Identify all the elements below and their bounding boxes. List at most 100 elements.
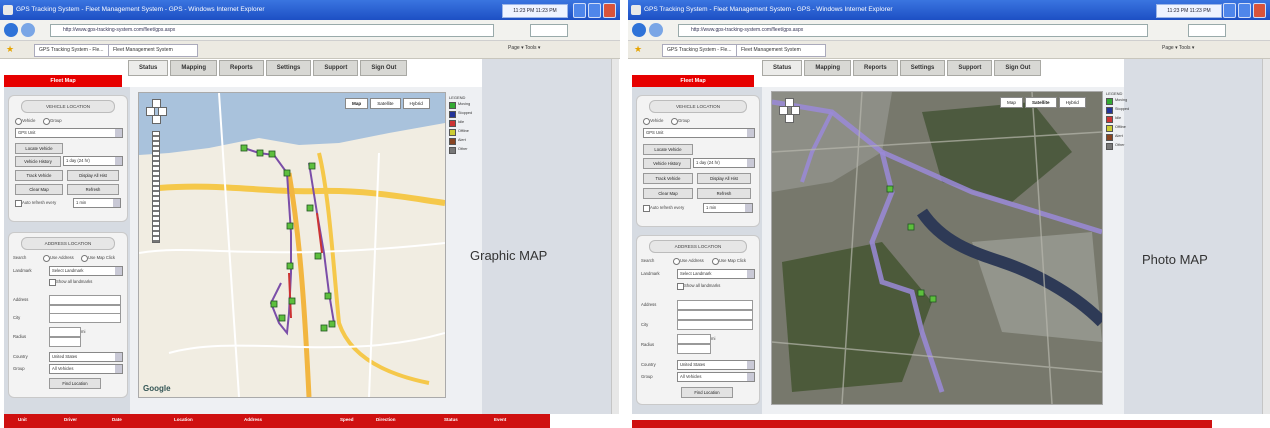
- radius-field-2[interactable]: [49, 337, 81, 347]
- clear-map-button[interactable]: Clear Map: [15, 184, 63, 195]
- track-vehicle-button[interactable]: Track Vehicle: [15, 170, 63, 181]
- display-all-history-button[interactable]: Display All Hist: [67, 170, 119, 181]
- country-select[interactable]: United States: [677, 360, 755, 370]
- auto-refresh-checkbox[interactable]: [15, 200, 22, 207]
- vehicle-radio[interactable]: [643, 118, 650, 125]
- graphic-map[interactable]: Map Satellite Hybrid Google: [138, 92, 446, 398]
- menu-reports[interactable]: Reports: [853, 60, 898, 76]
- map-type-hybrid[interactable]: Hybrid: [1058, 97, 1086, 108]
- vehicle-radio-label: Vehicle: [650, 118, 664, 123]
- use-address-radio[interactable]: [673, 258, 680, 265]
- unit-select[interactable]: GPS Unit: [643, 128, 755, 138]
- back-icon[interactable]: [4, 23, 18, 37]
- minimize-button[interactable]: [573, 3, 586, 18]
- window-scrollbar[interactable]: [611, 59, 619, 414]
- auto-refresh-select[interactable]: 1 min: [73, 198, 121, 208]
- show-landmarks-label: Show all landmarks: [56, 279, 93, 284]
- history-range-select[interactable]: 1 day (24 hr): [63, 156, 123, 166]
- radius-field-2[interactable]: [677, 344, 711, 354]
- menu-sign-out[interactable]: Sign Out: [360, 60, 408, 76]
- country-select[interactable]: United States: [49, 352, 123, 362]
- favorites-star-icon[interactable]: ★: [634, 44, 642, 54]
- command-bar[interactable]: Page ▾ Tools ▾: [1162, 45, 1194, 51]
- address-input[interactable]: http://www.gps-tracking-system.com/fleet…: [50, 24, 494, 37]
- address-field[interactable]: [677, 300, 753, 310]
- address-input[interactable]: http://www.gps-tracking-system.com/fleet…: [678, 24, 1148, 37]
- map-type-map[interactable]: Map: [1000, 97, 1023, 108]
- menu-sign-out[interactable]: Sign Out: [994, 60, 1042, 76]
- favorites-star-icon[interactable]: ★: [6, 44, 14, 54]
- menu-settings[interactable]: Settings: [899, 60, 946, 76]
- menu-reports[interactable]: Reports: [219, 60, 264, 76]
- map-type-satellite[interactable]: Satellite: [1024, 97, 1057, 108]
- find-location-button[interactable]: Find Location: [681, 387, 733, 398]
- tab-fleet-management[interactable]: Fleet Management System: [108, 44, 198, 57]
- vehicle-history-button[interactable]: Vehicle History: [643, 158, 691, 169]
- unit-select[interactable]: GPS Unit: [15, 128, 123, 138]
- legend-item: Alert: [449, 138, 471, 145]
- pan-down-icon[interactable]: [785, 114, 794, 123]
- radius-unit: mi: [711, 336, 716, 341]
- vehicle-history-button[interactable]: Vehicle History: [15, 156, 61, 167]
- auto-refresh-select[interactable]: 1 min: [703, 203, 753, 213]
- group-radio[interactable]: [43, 118, 50, 125]
- address-field-2[interactable]: [677, 310, 753, 320]
- zoom-slider[interactable]: [152, 131, 160, 243]
- radius-field[interactable]: [49, 327, 81, 337]
- forward-icon[interactable]: [21, 23, 35, 37]
- close-button[interactable]: [603, 3, 616, 18]
- map-type-hybrid[interactable]: Hybrid: [402, 98, 430, 109]
- vehicle-radio[interactable]: [15, 118, 22, 125]
- favorites-bar: ★ GPS Tracking System - Fle... Fleet Man…: [0, 41, 620, 59]
- menu-status[interactable]: Status: [762, 60, 803, 76]
- tab-gps-tracking[interactable]: GPS Tracking System - Fle...: [34, 44, 114, 57]
- refresh-button[interactable]: Refresh: [67, 184, 119, 195]
- locate-vehicle-button[interactable]: Locate Vehicle: [643, 144, 693, 155]
- tab-gps-tracking[interactable]: GPS Tracking System - Fle...: [662, 44, 742, 57]
- minimize-button[interactable]: [1223, 3, 1236, 18]
- satellite-map[interactable]: Map Satellite Hybrid: [771, 91, 1103, 405]
- use-map-click-radio[interactable]: [81, 255, 88, 262]
- map-type-map[interactable]: Map: [345, 98, 369, 109]
- auto-refresh-checkbox[interactable]: [643, 205, 650, 212]
- track-vehicle-button[interactable]: Track Vehicle: [643, 173, 693, 184]
- landmark-select[interactable]: Select Landmark: [677, 269, 755, 279]
- group-radio[interactable]: [671, 118, 678, 125]
- menu-support[interactable]: Support: [313, 60, 359, 76]
- maximize-button[interactable]: [588, 3, 601, 18]
- city-field[interactable]: [49, 313, 121, 323]
- col-event: Event: [494, 417, 507, 422]
- landmark-select[interactable]: Select Landmark: [49, 266, 123, 276]
- menu-mapping[interactable]: Mapping: [804, 60, 852, 76]
- back-icon[interactable]: [632, 23, 646, 37]
- refresh-button[interactable]: Refresh: [697, 188, 751, 199]
- maximize-button[interactable]: [1238, 3, 1251, 18]
- menu-mapping[interactable]: Mapping: [170, 60, 218, 76]
- history-range-select[interactable]: 1 day (24 hr): [693, 158, 755, 168]
- group-select[interactable]: All Vehicles: [677, 372, 755, 382]
- address-field[interactable]: [49, 295, 121, 305]
- window-scrollbar[interactable]: [1262, 59, 1270, 414]
- forward-icon[interactable]: [649, 23, 663, 37]
- clear-map-button[interactable]: Clear Map: [643, 188, 693, 199]
- group-select[interactable]: All Vehicles: [49, 364, 123, 374]
- radius-field[interactable]: [677, 334, 711, 344]
- close-button[interactable]: [1253, 3, 1266, 18]
- map-type-satellite[interactable]: Satellite: [370, 98, 401, 109]
- search-input[interactable]: [530, 24, 568, 37]
- command-bar[interactable]: Page ▾ Tools ▾: [508, 45, 540, 51]
- pan-down-icon[interactable]: [152, 115, 161, 124]
- show-landmarks-checkbox[interactable]: [49, 279, 56, 286]
- show-landmarks-checkbox[interactable]: [677, 283, 684, 290]
- tab-fleet-management[interactable]: Fleet Management System: [736, 44, 826, 57]
- locate-vehicle-button[interactable]: Locate Vehicle: [15, 143, 63, 154]
- use-address-radio[interactable]: [43, 255, 50, 262]
- use-map-click-radio[interactable]: [712, 258, 719, 265]
- find-location-button[interactable]: Find Location: [49, 378, 101, 389]
- search-input[interactable]: [1188, 24, 1226, 37]
- menu-support[interactable]: Support: [947, 60, 993, 76]
- display-all-history-button[interactable]: Display All Hist: [697, 173, 751, 184]
- menu-settings[interactable]: Settings: [265, 60, 312, 76]
- city-field[interactable]: [677, 320, 753, 330]
- menu-status[interactable]: Status: [128, 60, 169, 76]
